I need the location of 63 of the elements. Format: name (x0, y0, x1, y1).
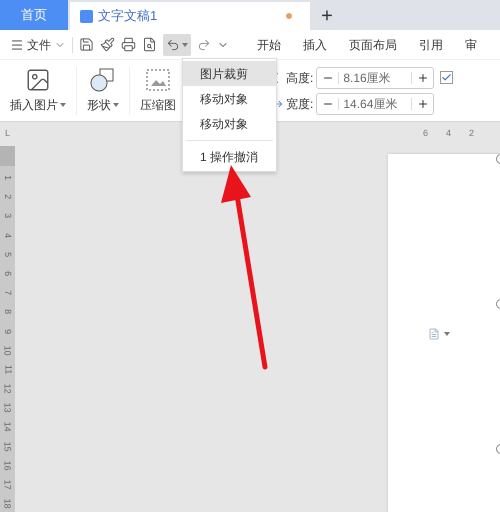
ruler-number: 13 (2, 402, 14, 413)
ruler-number: 8 (2, 309, 14, 314)
undo-icon (166, 38, 180, 52)
document-tab[interactable]: 文字文稿1 (70, 2, 310, 30)
ruler-number: 3 (2, 213, 14, 218)
size-spin-field[interactable]: 8.16厘米 (316, 66, 434, 88)
menu-item[interactable]: 图片裁剪 (183, 61, 276, 86)
print-preview-icon[interactable] (142, 37, 157, 52)
ruler-number: 11 (2, 364, 14, 374)
ruler-number: 16 (2, 460, 14, 470)
format-painter-icon[interactable] (100, 37, 115, 52)
ribbon-tab[interactable]: 插入 (295, 36, 335, 54)
menu-icon (10, 38, 24, 52)
ruler-number: 2 (2, 194, 14, 200)
field-label: 高度: (286, 70, 314, 86)
ribbon-tab[interactable]: 引用 (411, 36, 451, 54)
ruler-number: 5 (2, 252, 14, 257)
new-tab-button[interactable]: + (310, 2, 344, 30)
ruler-number: 6 (2, 271, 14, 276)
ribbon-tab[interactable]: 页面布局 (341, 36, 405, 54)
ruler-number: 9 (2, 328, 14, 334)
tab-label: 文字文稿1 (98, 7, 158, 26)
picture-icon (25, 67, 51, 93)
ruler-corner: L (5, 127, 10, 140)
caret-icon (113, 103, 119, 107)
undo-button[interactable] (163, 34, 191, 56)
ruler-number: 18 (2, 498, 14, 509)
ruler-number: 14 (2, 422, 14, 432)
compress-picture-icon (145, 67, 171, 93)
menu-item[interactable]: 移动对象 (183, 111, 276, 136)
shapes-icon (90, 67, 116, 93)
document-icon (428, 328, 440, 340)
ruler-number: 6 (422, 127, 428, 140)
ruler-margin-band (0, 146, 15, 166)
undo-summary: 1 操作撤消 (199, 149, 260, 166)
plus-icon[interactable] (416, 98, 429, 110)
save-icon[interactable] (79, 37, 94, 52)
plus-icon[interactable] (416, 72, 429, 84)
ruler-number: 4 (2, 232, 14, 238)
lock-ratio-checkbox[interactable] (440, 71, 454, 84)
caret-icon (182, 42, 188, 46)
ruler-number: 1 (2, 175, 14, 180)
file-menu-button[interactable]: 文件 (10, 36, 66, 54)
ruler-number: 10 (2, 345, 14, 356)
menu-item[interactable]: 移动对象 (183, 86, 276, 111)
caret-icon (444, 332, 450, 336)
ruler-number: 12 (2, 384, 14, 394)
ribbon-tab[interactable]: 开始 (249, 36, 289, 54)
ruler-number: 4 (446, 127, 451, 140)
ruler-number: 2 (468, 127, 474, 140)
ribbon-tab[interactable]: 审 (457, 36, 485, 54)
ribbon-tool-button[interactable]: 插入图片 (0, 60, 76, 121)
caret-icon (60, 103, 66, 107)
redo-icon[interactable] (197, 38, 211, 52)
ruler-number: 17 (2, 480, 14, 490)
ruler-number: 15 (2, 441, 14, 452)
size-spin-field[interactable]: 14.64厘米 (316, 92, 434, 114)
field-label: 宽度: (286, 96, 314, 112)
document-icon (80, 10, 93, 22)
print-icon[interactable] (121, 37, 136, 52)
ruler-number: 7 (2, 290, 14, 296)
ribbon-tool-button[interactable]: 压缩图 (130, 60, 186, 121)
ribbon-tool-button[interactable]: 形状 (77, 60, 129, 121)
